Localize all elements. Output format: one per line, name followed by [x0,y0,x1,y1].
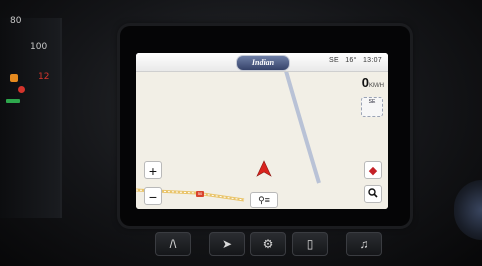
alert-warning-icon [18,86,25,93]
poi-button[interactable]: ◆ [364,161,382,179]
map-menu-button[interactable]: ⚲≡ [250,192,278,208]
gauge-low-label: 12 [38,72,50,82]
road-button[interactable]: /\ [155,232,191,256]
compass-label: SE [368,99,376,105]
gauge-mid-label: 100 [30,42,48,52]
zoom-out-button[interactable]: − [144,187,162,205]
zoom-in-button[interactable]: + [144,161,162,179]
road-icon: /\ [169,237,177,251]
compass-icon[interactable]: SE [361,97,383,117]
status-info: SE 16° 13:07 [325,57,382,64]
music-note-icon: ♫ [359,237,369,251]
brand-logo[interactable]: Indian [236,55,290,71]
music-button[interactable]: ♫ [346,232,382,256]
map-background [136,53,388,209]
navigate-arrow-icon: ➤ [221,237,233,251]
indicator-icon [6,99,20,103]
fuel-warning-icon [10,74,18,82]
settings-gear-icon: ⚙ [262,237,274,251]
clock-text: 13:07 [362,57,382,64]
navigate-button[interactable]: ➤ [209,232,245,256]
phone-button[interactable]: ▯ [292,232,328,256]
status-bar: Indian SE 16° 13:07 [136,53,388,72]
search-icon [368,188,378,198]
road-number-badge: 50 [196,191,204,197]
speed-value: 0 [361,75,369,90]
map-canvas[interactable] [136,53,388,209]
instrument-cluster: 80 100 12 [0,16,62,218]
navigation-screen[interactable]: Indian SE 16° 13:07 0KM/H SE 50 + − ◆ ⚲≡ [136,53,388,209]
speed-unit: KM/H [369,83,384,89]
settings-button[interactable]: ⚙ [250,232,286,256]
heading-text: SE [329,57,339,64]
search-button[interactable] [364,185,382,203]
gauge-top-label: 80 [10,16,22,26]
temperature-text: 16° [345,57,357,64]
phone-icon: ▯ [306,237,314,251]
speed-readout: 0KM/H [362,75,384,90]
menu-icon: ⚲≡ [258,195,270,205]
poi-icon: ◆ [368,165,378,177]
